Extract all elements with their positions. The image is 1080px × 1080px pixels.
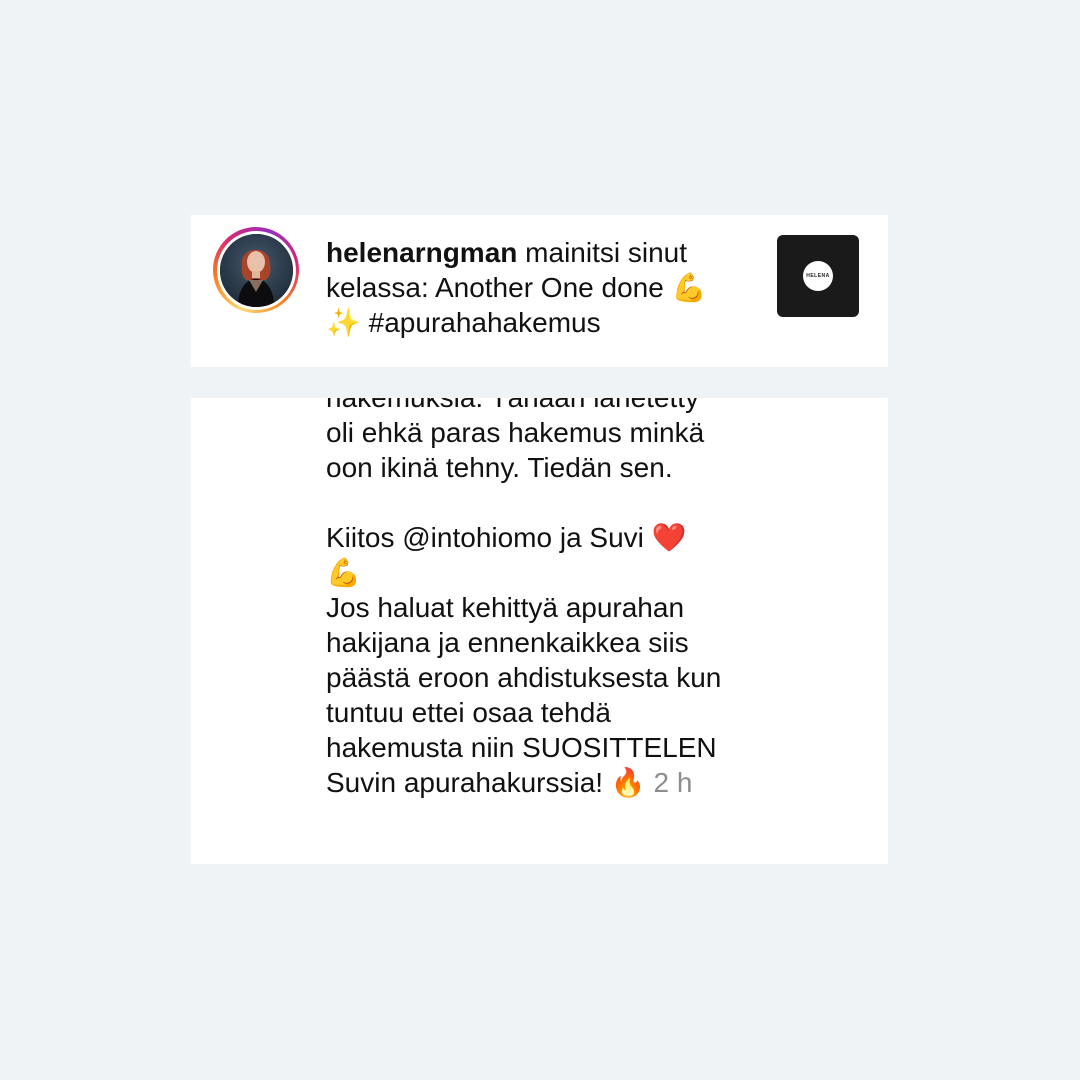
avatar-border bbox=[216, 230, 296, 310]
reel-thumbnail[interactable]: HELENA bbox=[777, 235, 859, 317]
comment-line: Jos haluat kehittyä apurahan bbox=[326, 592, 685, 623]
comment-card: hakemuksia. Tänään lähetetty oli ehkä pa… bbox=[191, 398, 888, 864]
comment-line: oon ikinä tehny. Tiedän sen. bbox=[326, 452, 673, 483]
flexed-biceps-icon: 💪 bbox=[326, 556, 361, 589]
comment-line: hakemuksia. Tänään lähetetty bbox=[326, 398, 766, 415]
helena-logo-icon: HELENA bbox=[803, 261, 833, 291]
comment-line: Suvin apurahakurssia! bbox=[326, 767, 611, 798]
comment-text: hakemuksia. Tänään lähetetty oli ehkä pa… bbox=[326, 398, 766, 800]
sparkles-icon: ✨ bbox=[326, 306, 361, 339]
timestamp: 2 h bbox=[653, 767, 693, 798]
username-link[interactable]: helenarngman bbox=[326, 237, 517, 268]
avatar-photo bbox=[219, 233, 293, 307]
flexed-biceps-icon: 💪 bbox=[671, 271, 707, 304]
comment-line: hakijana ja ennenkaikkea siis bbox=[326, 627, 689, 658]
comment-line: hakemusta niin SUOSITTELEN bbox=[326, 732, 717, 763]
comment-line: päästä eroon ahdistuksesta kun bbox=[326, 662, 722, 693]
thumbnail-logo-text: HELENA bbox=[806, 273, 830, 279]
fire-icon: 🔥 bbox=[610, 766, 646, 799]
notification-text[interactable]: helenarngman mainitsi sinut kelassa: Ano… bbox=[326, 235, 746, 340]
comment-last-line: Suvin apurahakurssia! 🔥 2 h bbox=[326, 765, 766, 800]
hashtag-link[interactable]: #apurahahakemus bbox=[361, 307, 601, 338]
comment-line: tuntuu ettei osaa tehdä bbox=[326, 697, 611, 728]
avatar[interactable] bbox=[219, 233, 293, 307]
notification-card[interactable]: helenarngman mainitsi sinut kelassa: Ano… bbox=[191, 215, 888, 367]
comment-line: oli ehkä paras hakemus minkä bbox=[326, 417, 705, 448]
comment-emoji-line: 💪 bbox=[326, 555, 766, 590]
comment-thanks-line: Kiitos @intohiomo ja Suvi ❤️ bbox=[326, 520, 766, 555]
thanks-text: Kiitos @intohiomo ja Suvi bbox=[326, 522, 652, 553]
red-heart-icon: ❤️ bbox=[651, 521, 687, 554]
story-ring[interactable] bbox=[213, 227, 299, 313]
